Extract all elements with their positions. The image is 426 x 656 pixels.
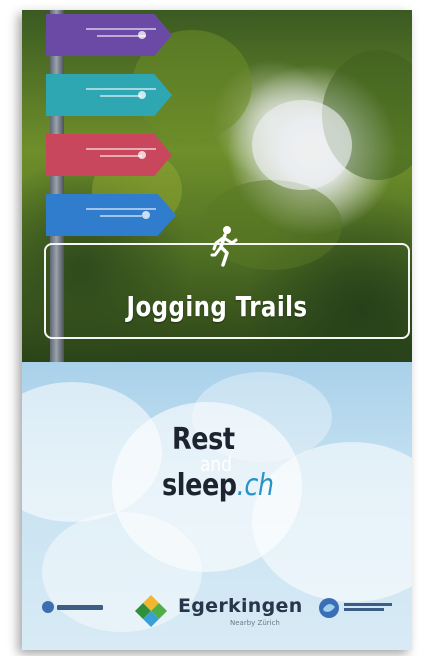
- partner-logo-left: [42, 601, 103, 613]
- sky-patch: [252, 100, 352, 190]
- logo-word-sleep: sleep.ch: [162, 468, 274, 503]
- partner-logo-right: [318, 597, 392, 619]
- signpost-icon: [46, 74, 172, 116]
- partner-name: Egerkingen: [178, 595, 303, 617]
- partner-logos: Egerkingen Nearby Zürich: [22, 587, 412, 635]
- brochure-cover: Jogging Trails Rest and sleep.ch Egerkin…: [22, 10, 412, 650]
- signpost-icon: [46, 194, 176, 236]
- signpost-icon: [46, 134, 172, 176]
- partner-tagline: Nearby Zürich: [230, 619, 280, 627]
- cover-title: Jogging Trails: [126, 290, 308, 323]
- swirl-icon: [319, 598, 339, 618]
- jogger-icon: [210, 226, 238, 267]
- cover-photo: Jogging Trails: [22, 10, 412, 362]
- flower-mark-icon: [135, 595, 167, 627]
- signpost-icon: [46, 14, 172, 56]
- sky-panel: Rest and sleep.ch Egerkingen Nearby Züri…: [22, 362, 412, 650]
